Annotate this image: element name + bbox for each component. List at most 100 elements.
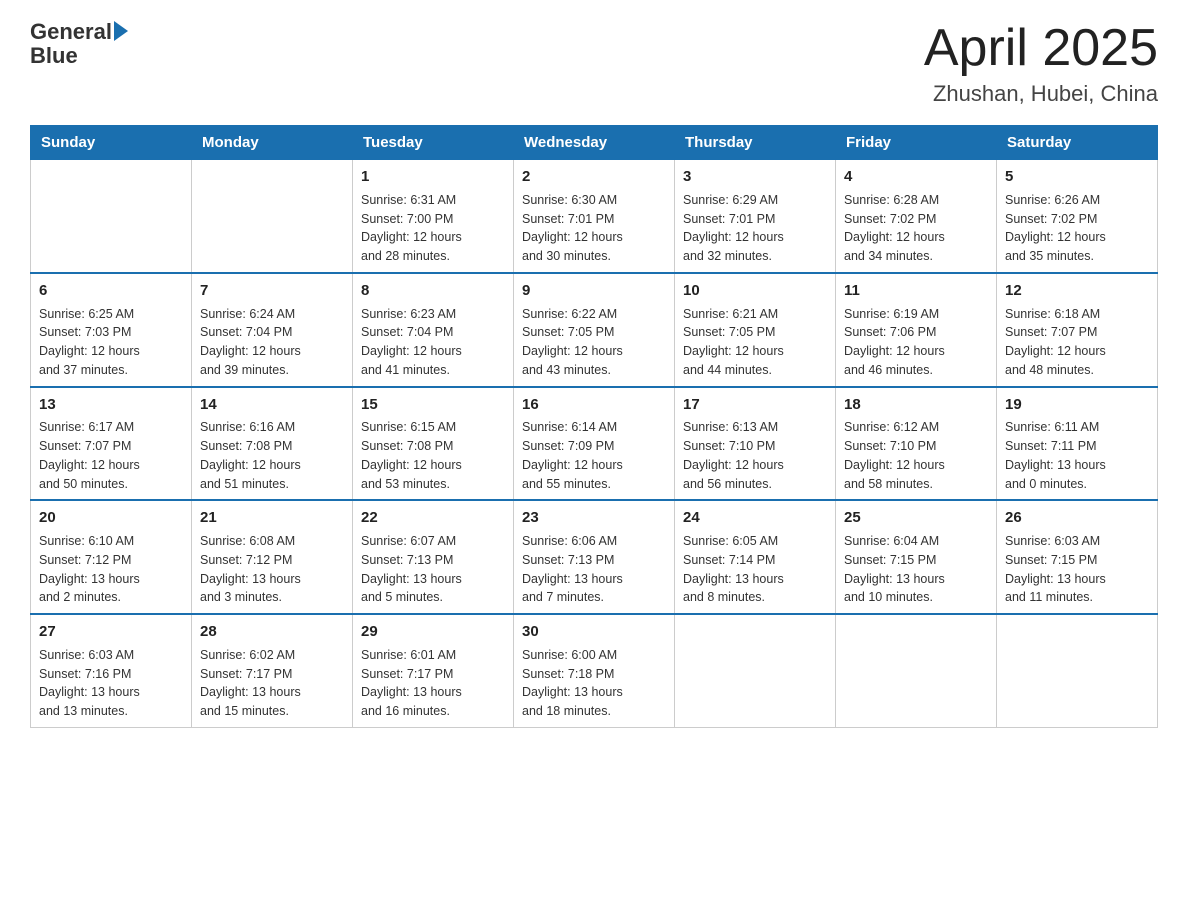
day-number: 3 [683, 166, 827, 188]
calendar-week-row: 20 Sunrise: 6:10 AM Sunset: 7:12 PM Dayli… [31, 500, 1158, 614]
day-info: Sunrise: 6:30 AM Sunset: 7:01 PM Dayligh… [522, 191, 666, 266]
day-number: 1 [361, 166, 505, 188]
day-number: 25 [844, 507, 988, 529]
calendar-week-row: 13Sunrise: 6:17 AM Sunset: 7:07 PM Dayli… [31, 387, 1158, 501]
day-number: 18 [844, 394, 988, 416]
table-row: 26 Sunrise: 6:03 AM Sunset: 7:15 PM Dayli… [997, 500, 1158, 614]
table-row: 14Sunrise: 6:16 AM Sunset: 7:08 PM Dayli… [192, 387, 353, 501]
table-row: 18Sunrise: 6:12 AM Sunset: 7:10 PM Dayli… [836, 387, 997, 501]
day-info: Sunrise: 6:17 AM Sunset: 7:07 PM Dayligh… [39, 418, 183, 493]
day-info: Sunrise: 6:22 AM Sunset: 7:05 PM Dayligh… [522, 305, 666, 380]
day-number: 14 [200, 394, 344, 416]
table-row [31, 160, 192, 273]
day-info: Sunrise: 6:03 AM Sunset: 7:16 PM Dayligh… [39, 646, 183, 721]
day-number: 9 [522, 280, 666, 302]
day-number: 19 [1005, 394, 1149, 416]
day-number: 2 [522, 166, 666, 188]
table-row: 29Sunrise: 6:01 AM Sunset: 7:17 PM Dayli… [353, 614, 514, 727]
day-info: Sunrise: 6:04 AM Sunset: 7:15 PM Dayligh… [844, 532, 988, 607]
calendar-body: 1Sunrise: 6:31 AM Sunset: 7:00 PM Daylig… [31, 160, 1158, 728]
table-row: 27 Sunrise: 6:03 AM Sunset: 7:16 PM Dayli… [31, 614, 192, 727]
day-number: 28 [200, 621, 344, 643]
day-info: Sunrise: 6:14 AM Sunset: 7:09 PM Dayligh… [522, 418, 666, 493]
day-number: 12 [1005, 280, 1149, 302]
col-friday: Friday [836, 126, 997, 160]
day-info: Sunrise: 6:08 AM Sunset: 7:12 PM Dayligh… [200, 532, 344, 607]
day-info: Sunrise: 6:29 AM Sunset: 7:01 PM Dayligh… [683, 191, 827, 266]
day-info: Sunrise: 6:15 AM Sunset: 7:08 PM Dayligh… [361, 418, 505, 493]
day-info: Sunrise: 6:13 AM Sunset: 7:10 PM Dayligh… [683, 418, 827, 493]
day-info: Sunrise: 6:03 AM Sunset: 7:15 PM Dayligh… [1005, 532, 1149, 607]
table-row: 9 Sunrise: 6:22 AM Sunset: 7:05 PM Daylig… [514, 273, 675, 387]
table-row: 22 Sunrise: 6:07 AM Sunset: 7:13 PM Dayli… [353, 500, 514, 614]
day-number: 5 [1005, 166, 1149, 188]
day-info: Sunrise: 6:18 AM Sunset: 7:07 PM Dayligh… [1005, 305, 1149, 380]
day-number: 4 [844, 166, 988, 188]
table-row: 16Sunrise: 6:14 AM Sunset: 7:09 PM Dayli… [514, 387, 675, 501]
table-row: 30 Sunrise: 6:00 AM Sunset: 7:18 PM Dayli… [514, 614, 675, 727]
logo: General Blue [30, 20, 128, 68]
day-number: 24 [683, 507, 827, 529]
day-info: Sunrise: 6:16 AM Sunset: 7:08 PM Dayligh… [200, 418, 344, 493]
title-area: April 2025 Zhushan, Hubei, China [924, 20, 1158, 107]
logo-text-general: General [30, 20, 112, 44]
day-info: Sunrise: 6:05 AM Sunset: 7:14 PM Dayligh… [683, 532, 827, 607]
table-row: 24 Sunrise: 6:05 AM Sunset: 7:14 PM Dayli… [675, 500, 836, 614]
calendar-week-row: 6 Sunrise: 6:25 AM Sunset: 7:03 PM Daylig… [31, 273, 1158, 387]
table-row: 28 Sunrise: 6:02 AM Sunset: 7:17 PM Dayli… [192, 614, 353, 727]
col-saturday: Saturday [997, 126, 1158, 160]
location-subtitle: Zhushan, Hubei, China [924, 81, 1158, 107]
day-info: Sunrise: 6:02 AM Sunset: 7:17 PM Dayligh… [200, 646, 344, 721]
table-row: 3 Sunrise: 6:29 AM Sunset: 7:01 PM Daylig… [675, 160, 836, 273]
day-info: Sunrise: 6:19 AM Sunset: 7:06 PM Dayligh… [844, 305, 988, 380]
day-number: 30 [522, 621, 666, 643]
day-info: Sunrise: 6:10 AM Sunset: 7:12 PM Dayligh… [39, 532, 183, 607]
day-number: 27 [39, 621, 183, 643]
day-info: Sunrise: 6:12 AM Sunset: 7:10 PM Dayligh… [844, 418, 988, 493]
logo-text-blue: Blue [30, 44, 78, 68]
col-sunday: Sunday [31, 126, 192, 160]
day-number: 11 [844, 280, 988, 302]
col-thursday: Thursday [675, 126, 836, 160]
table-row: 12 Sunrise: 6:18 AM Sunset: 7:07 PM Dayli… [997, 273, 1158, 387]
day-number: 26 [1005, 507, 1149, 529]
calendar-header: Sunday Monday Tuesday Wednesday Thursday… [31, 126, 1158, 160]
table-row: 4 Sunrise: 6:28 AM Sunset: 7:02 PM Daylig… [836, 160, 997, 273]
day-number: 10 [683, 280, 827, 302]
calendar-week-row: 27 Sunrise: 6:03 AM Sunset: 7:16 PM Dayli… [31, 614, 1158, 727]
day-info: Sunrise: 6:28 AM Sunset: 7:02 PM Dayligh… [844, 191, 988, 266]
day-info: Sunrise: 6:06 AM Sunset: 7:13 PM Dayligh… [522, 532, 666, 607]
table-row: 19Sunrise: 6:11 AM Sunset: 7:11 PM Dayli… [997, 387, 1158, 501]
day-info: Sunrise: 6:07 AM Sunset: 7:13 PM Dayligh… [361, 532, 505, 607]
logo-arrow-icon [114, 21, 128, 41]
day-number: 20 [39, 507, 183, 529]
table-row: 20 Sunrise: 6:10 AM Sunset: 7:12 PM Dayli… [31, 500, 192, 614]
day-number: 16 [522, 394, 666, 416]
day-info: Sunrise: 6:26 AM Sunset: 7:02 PM Dayligh… [1005, 191, 1149, 266]
month-year-title: April 2025 [924, 20, 1158, 77]
day-number: 23 [522, 507, 666, 529]
table-row: 23 Sunrise: 6:06 AM Sunset: 7:13 PM Dayli… [514, 500, 675, 614]
day-number: 8 [361, 280, 505, 302]
col-wednesday: Wednesday [514, 126, 675, 160]
page-header: General Blue April 2025 Zhushan, Hubei, … [30, 20, 1158, 107]
day-info: Sunrise: 6:21 AM Sunset: 7:05 PM Dayligh… [683, 305, 827, 380]
day-info: Sunrise: 6:24 AM Sunset: 7:04 PM Dayligh… [200, 305, 344, 380]
table-row: 5 Sunrise: 6:26 AM Sunset: 7:02 PM Daylig… [997, 160, 1158, 273]
day-info: Sunrise: 6:25 AM Sunset: 7:03 PM Dayligh… [39, 305, 183, 380]
table-row [836, 614, 997, 727]
day-number: 7 [200, 280, 344, 302]
calendar-week-row: 1Sunrise: 6:31 AM Sunset: 7:00 PM Daylig… [31, 160, 1158, 273]
day-info: Sunrise: 6:00 AM Sunset: 7:18 PM Dayligh… [522, 646, 666, 721]
day-info: Sunrise: 6:01 AM Sunset: 7:17 PM Dayligh… [361, 646, 505, 721]
day-number: 6 [39, 280, 183, 302]
calendar-table: Sunday Monday Tuesday Wednesday Thursday… [30, 125, 1158, 728]
days-of-week-row: Sunday Monday Tuesday Wednesday Thursday… [31, 126, 1158, 160]
table-row: 15Sunrise: 6:15 AM Sunset: 7:08 PM Dayli… [353, 387, 514, 501]
day-info: Sunrise: 6:11 AM Sunset: 7:11 PM Dayligh… [1005, 418, 1149, 493]
day-number: 15 [361, 394, 505, 416]
logo-icon: General Blue [30, 20, 128, 68]
day-number: 17 [683, 394, 827, 416]
day-number: 22 [361, 507, 505, 529]
day-number: 13 [39, 394, 183, 416]
